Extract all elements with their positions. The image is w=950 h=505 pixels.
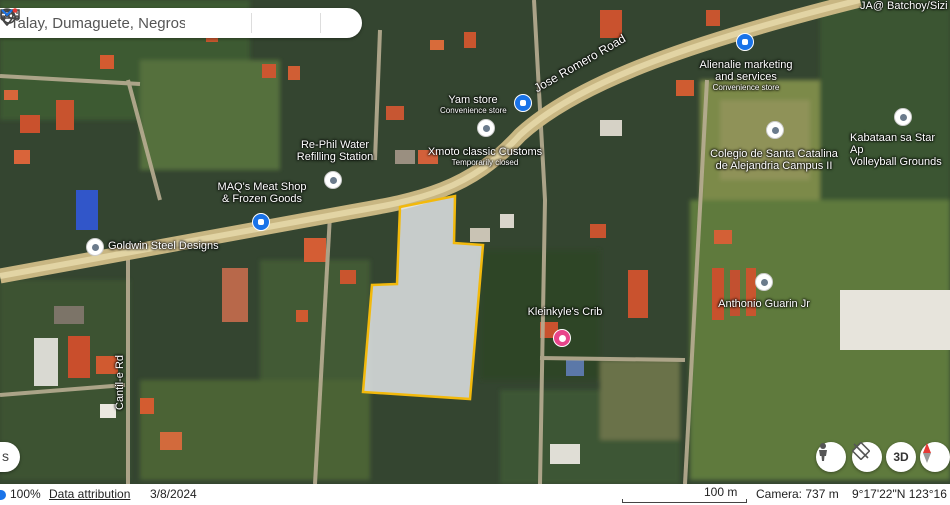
scale-bar: [622, 499, 747, 503]
place-label-xmoto[interactable]: Xmoto classic Customs Temporarily closed: [420, 146, 550, 167]
place-label-kabataan[interactable]: Kabataan sa Star Ap Volleyball Grounds: [850, 132, 950, 168]
scale-label: 100 m: [704, 485, 738, 499]
pegman-button[interactable]: [816, 442, 846, 472]
place-label-kleinkyle[interactable]: Kleinkyle's Crib: [520, 306, 610, 318]
place-label-anthonio[interactable]: Anthonio Guarin Jr: [712, 298, 816, 310]
data-attribution-link[interactable]: Data attribution: [49, 487, 130, 501]
tilt-off-icon: [852, 442, 870, 460]
satellite-map[interactable]: Jose Romero Road Cantil-e Rd JA@ Batchoy…: [0, 0, 950, 484]
view-3d-button[interactable]: 3D: [886, 442, 916, 472]
path-icon[interactable]: [0, 8, 247, 38]
divider: [320, 13, 321, 33]
status-bar: 100% Data attribution 3/8/2024 100 m Cam…: [0, 484, 950, 505]
shopping-cart-icon[interactable]: [252, 213, 270, 231]
location-pin-icon[interactable]: [0, 8, 217, 38]
search-bar: [0, 8, 362, 38]
coordinates: 9°17'22"N 123°16: [852, 487, 947, 501]
hotel-icon[interactable]: [553, 329, 571, 347]
chevron-down-icon[interactable]: [1, 8, 355, 38]
place-icon[interactable]: [894, 108, 912, 126]
school-icon[interactable]: [766, 121, 784, 139]
place-label-top-right: JA@ Batchoy/Sizi: [860, 0, 948, 12]
road-label-cantil-e: Cantil-e Rd: [114, 354, 126, 410]
person-icon: [819, 443, 827, 461]
divider: [251, 13, 252, 33]
layers-icon: s: [2, 448, 9, 464]
shopping-bag-icon[interactable]: [514, 94, 532, 112]
history-icon[interactable]: [1, 8, 316, 38]
search-input[interactable]: [0, 13, 187, 33]
compass-icon: [923, 443, 931, 463]
place-icon[interactable]: [324, 171, 342, 189]
globe-icon: [0, 490, 6, 500]
shopping-bag-icon[interactable]: [736, 33, 754, 51]
ruler-icon[interactable]: [0, 8, 286, 38]
tilt-toggle-button[interactable]: [852, 442, 882, 472]
imagery-date: 3/8/2024: [150, 487, 197, 501]
place-label-rephil[interactable]: Re-Phil Water Refilling Station: [290, 139, 380, 163]
camera-altitude: Camera: 737 m: [756, 487, 839, 501]
place-icon[interactable]: [86, 238, 104, 256]
place-label-yam-store[interactable]: Yam store Convenience store: [440, 94, 507, 115]
place-label-maq[interactable]: MAQ's Meat Shop & Frozen Goods: [210, 181, 314, 205]
place-label-alienalie[interactable]: Alienalie marketing and services Convenie…: [698, 59, 794, 92]
place-label-goldwin[interactable]: Goldwin Steel Designs: [108, 240, 219, 252]
compass-button[interactable]: [920, 442, 950, 472]
place-label-colegio[interactable]: Colegio de Santa Catalina de Alejandria …: [705, 148, 843, 172]
place-icon[interactable]: [477, 119, 495, 137]
place-icon[interactable]: [755, 273, 773, 291]
zoom-level: 100%: [10, 487, 41, 501]
